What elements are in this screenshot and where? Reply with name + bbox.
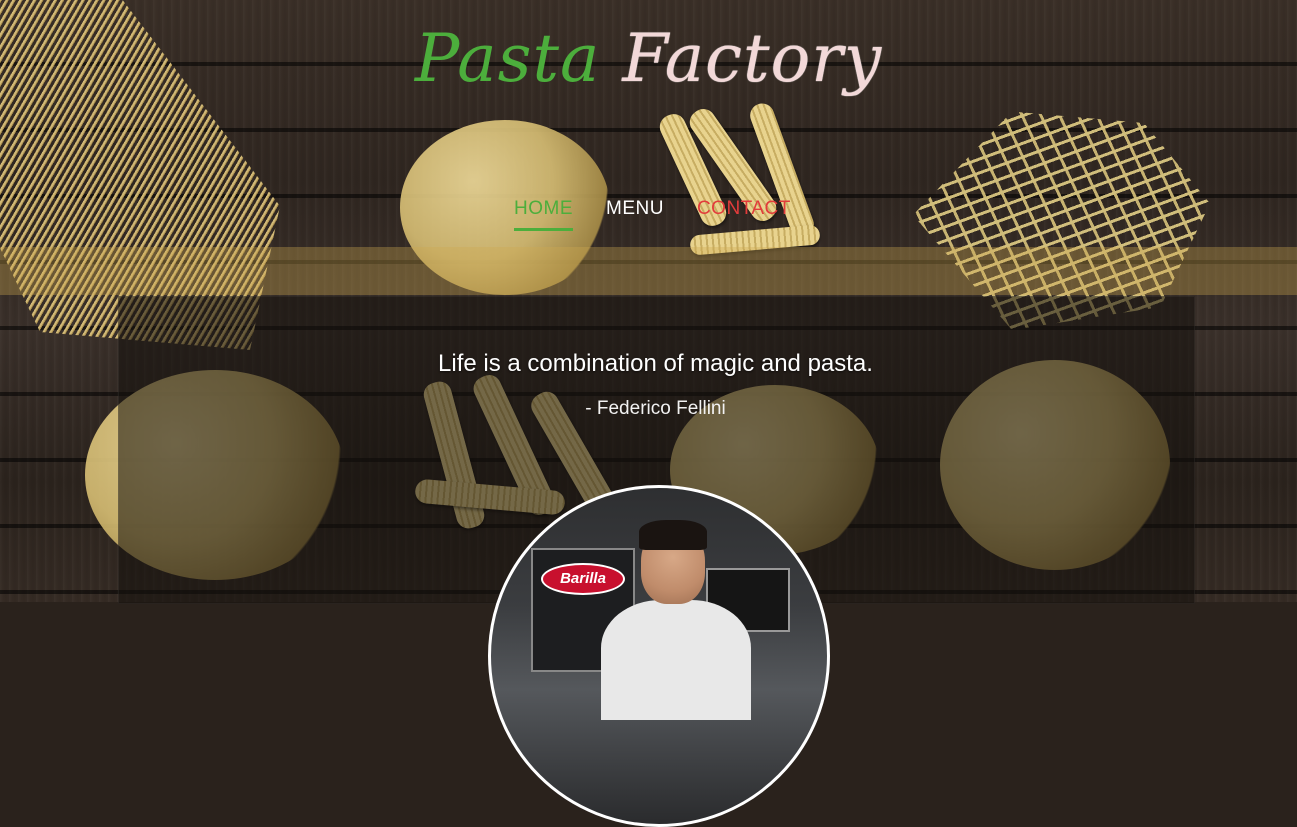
chef-shirt — [601, 600, 751, 720]
logo-word-factory: Factory — [622, 20, 883, 97]
barilla-pack-label: Barilla — [541, 563, 625, 595]
site-logo[interactable]: Pasta Factory — [0, 20, 1297, 97]
nav-home-link[interactable]: HOME — [514, 198, 573, 231]
chef-photo: Barilla — [488, 485, 830, 827]
quote-author: - Federico Fellini — [585, 398, 726, 419]
highlight-band — [0, 247, 1297, 295]
logo-word-pasta: Pasta — [414, 20, 601, 97]
hero-quote: Life is a combination of magic and pasta… — [438, 350, 873, 377]
nav-contact-link[interactable]: CONTACT — [697, 198, 791, 231]
chef-hair — [639, 520, 707, 550]
main-nav: HOME MENU CONTACT — [514, 198, 791, 231]
nav-menu-link[interactable]: MENU — [606, 198, 664, 231]
